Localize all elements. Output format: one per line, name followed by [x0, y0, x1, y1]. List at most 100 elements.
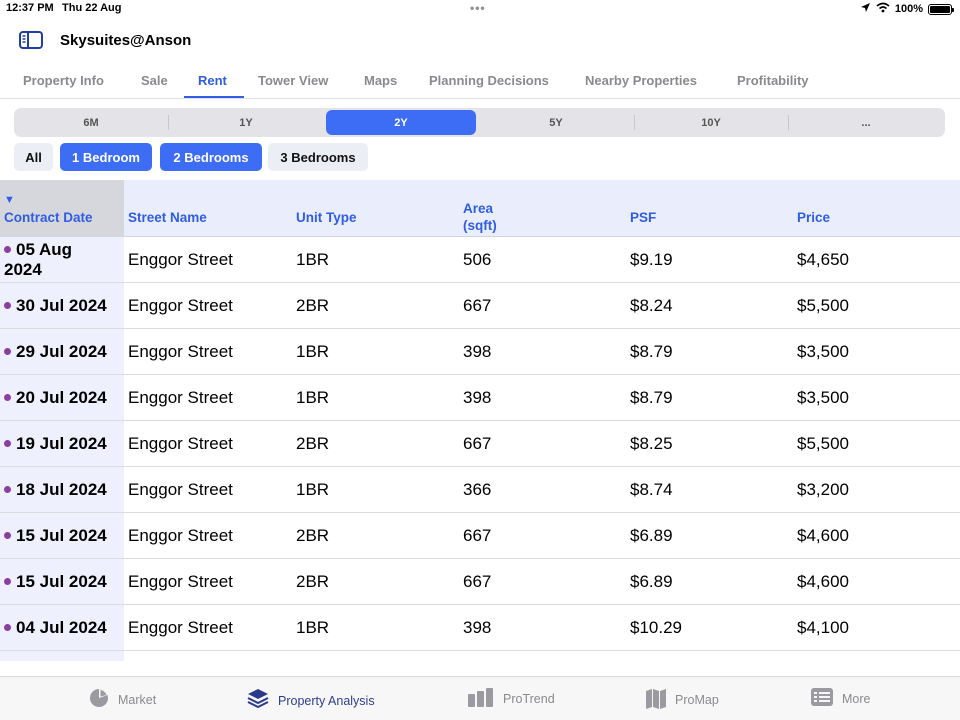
date-dot: [4, 532, 11, 539]
area-cell: 667: [463, 434, 492, 453]
date-dot: [4, 486, 11, 493]
contract-date-cell: 15 Jul 2024: [4, 526, 107, 546]
psf-cell: $6.89: [630, 526, 673, 545]
price-cell: $3,500: [797, 388, 849, 407]
sort-descending-icon[interactable]: ▼: [4, 194, 15, 206]
street-cell: Enggor Street: [128, 434, 233, 453]
contract-date-cell: 19 Jul 2024: [4, 434, 107, 454]
psf-cell: $6.89: [630, 572, 673, 591]
street-cell: Enggor Street: [128, 480, 233, 499]
tab-more[interactable]: More: [810, 687, 870, 710]
table-row[interactable]: 15 Jul 2024 Enggor Street 2BR 667 $6.89 …: [0, 559, 960, 605]
area-cell: 398: [463, 618, 492, 637]
area-cell: 667: [463, 296, 492, 315]
tab-protrend-label: ProTrend: [503, 691, 555, 706]
bar-chart-icon: [467, 687, 495, 710]
column-contract-date[interactable]: Contract Date: [4, 210, 93, 226]
contract-date-cell: 04 Jul 2024: [4, 618, 107, 638]
tab-promap[interactable]: ProMap: [645, 687, 719, 712]
filter-all[interactable]: All: [14, 143, 53, 171]
location-icon: [860, 2, 871, 16]
bottom-tab-bar: Market Property Analysis ProTrend ProMap…: [0, 676, 960, 720]
street-cell: Enggor Street: [128, 296, 233, 315]
column-street-name[interactable]: Street Name: [128, 210, 207, 226]
price-cell: $4,100: [797, 618, 849, 637]
period-10y[interactable]: 10Y: [636, 110, 786, 135]
area-cell: 398: [463, 342, 492, 361]
column-price[interactable]: Price: [797, 210, 830, 226]
tab-more-label: More: [842, 691, 871, 706]
status-time: 12:37 PM: [6, 2, 54, 14]
period-selector: 6M 1Y 2Y 5Y 10Y ...: [14, 108, 945, 137]
layers-icon: [246, 687, 270, 714]
multitasking-dots[interactable]: •••: [470, 1, 486, 15]
battery-percent: 100%: [894, 3, 923, 15]
street-cell: Enggor Street: [128, 526, 233, 545]
filter-3-bedrooms[interactable]: 3 Bedrooms: [268, 143, 368, 171]
street-cell: Enggor Street: [128, 388, 233, 407]
period-2y[interactable]: 2Y: [326, 110, 476, 135]
table-row[interactable]: 30 Jul 2024 Enggor Street 2BR 667 $8.24 …: [0, 283, 960, 329]
table-row[interactable]: 18 Jul 2024 Enggor Street 1BR 366 $8.74 …: [0, 467, 960, 513]
area-cell: 506: [463, 250, 492, 269]
table-header: ▼ Contract Date Street Name Unit Type Ar…: [0, 180, 960, 237]
price-cell: $3,200: [797, 480, 849, 499]
psf-cell: $8.79: [630, 388, 673, 407]
tab-rent[interactable]: Rent: [198, 73, 227, 88]
tab-property-analysis[interactable]: Property Analysis: [246, 687, 375, 714]
page-title: Skysuites@Anson: [60, 32, 192, 49]
contract-date-cell: 18 Jul 2024: [4, 480, 107, 500]
frozen-column-tail: [0, 651, 124, 661]
contract-date-cell: 29 Jul 2024: [4, 342, 107, 362]
unit-type-cell: 1BR: [296, 618, 330, 637]
tab-planning-decisions[interactable]: Planning Decisions: [429, 73, 549, 88]
column-unit-type[interactable]: Unit Type: [296, 210, 357, 226]
tab-sale[interactable]: Sale: [141, 73, 168, 88]
psf-cell: $9.19: [630, 250, 673, 269]
period-6m[interactable]: 6M: [16, 110, 166, 135]
table-row[interactable]: 05 Aug 2024 Enggor Street 1BR 506 $9.19 …: [0, 237, 960, 283]
date-dot: [4, 578, 11, 585]
filter-2-bedrooms[interactable]: 2 Bedrooms: [160, 143, 262, 171]
tab-market-label: Market: [118, 692, 157, 707]
unit-type-cell: 1BR: [296, 250, 330, 269]
street-cell: Enggor Street: [128, 572, 233, 591]
price-cell: $3,500: [797, 342, 849, 361]
battery-icon: [928, 3, 954, 15]
tab-maps[interactable]: Maps: [364, 73, 397, 88]
psf-cell: $8.79: [630, 342, 673, 361]
segment-divider: [168, 115, 169, 130]
column-psf[interactable]: PSF: [630, 210, 656, 226]
unit-type-cell: 2BR: [296, 526, 330, 545]
filter-1-bedroom[interactable]: 1 Bedroom: [60, 143, 152, 171]
unit-type-cell: 1BR: [296, 388, 330, 407]
table-row[interactable]: 19 Jul 2024 Enggor Street 2BR 667 $8.25 …: [0, 421, 960, 467]
pie-chart-icon: [88, 687, 110, 712]
map-icon: [645, 687, 667, 712]
sidebar-icon[interactable]: [18, 29, 44, 51]
period-5y[interactable]: 5Y: [481, 110, 631, 135]
tab-tower-view[interactable]: Tower View: [258, 73, 328, 88]
table-row[interactable]: 20 Jul 2024 Enggor Street 1BR 398 $8.79 …: [0, 375, 960, 421]
tab-nearby-properties[interactable]: Nearby Properties: [585, 73, 697, 88]
status-right: 100%: [860, 2, 954, 16]
price-cell: $4,650: [797, 250, 849, 269]
contract-date-cell: 15 Jul 2024: [4, 572, 107, 592]
period-1y[interactable]: 1Y: [171, 110, 321, 135]
column-area[interactable]: Area: [463, 201, 493, 217]
area-cell: 667: [463, 572, 492, 591]
tab-profitability[interactable]: Profitability: [737, 73, 809, 88]
price-cell: $4,600: [797, 572, 849, 591]
price-cell: $4,600: [797, 526, 849, 545]
date-dot: [4, 246, 11, 253]
table-row[interactable]: 15 Jul 2024 Enggor Street 2BR 667 $6.89 …: [0, 513, 960, 559]
tab-protrend[interactable]: ProTrend: [467, 687, 555, 710]
tab-market[interactable]: Market: [88, 687, 156, 712]
unit-type-cell: 1BR: [296, 480, 330, 499]
table-row[interactable]: 29 Jul 2024 Enggor Street 1BR 398 $8.79 …: [0, 329, 960, 375]
list-icon: [810, 687, 834, 710]
date-dot: [4, 348, 11, 355]
tab-property-info[interactable]: Property Info: [23, 73, 104, 88]
period-more[interactable]: ...: [791, 110, 941, 135]
table-row[interactable]: 04 Jul 2024 Enggor Street 1BR 398 $10.29…: [0, 605, 960, 651]
